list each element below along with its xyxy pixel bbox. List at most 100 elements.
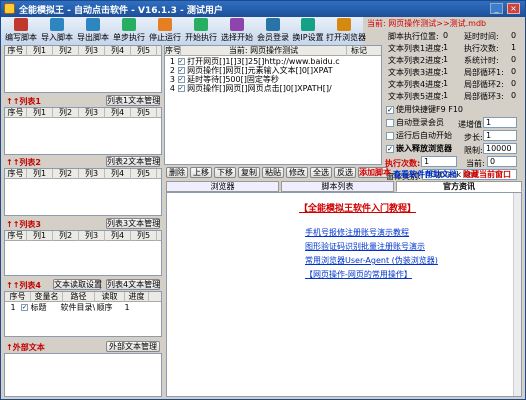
current-input[interactable]: 0: [487, 156, 517, 167]
list3-title: ↑↑列表3: [6, 220, 41, 229]
script-position-label: 脚本执行位置:: [388, 32, 439, 41]
import-script-button[interactable]: 导入脚本: [41, 18, 73, 44]
list3-manage-button[interactable]: 列表3文本管理: [106, 218, 160, 229]
hotkey-checkbox[interactable]: ✓ 使用快捷键F9 F10: [386, 104, 463, 115]
increment-input[interactable]: 1: [483, 117, 517, 128]
delete-button[interactable]: 删除: [166, 167, 188, 178]
step-icon: [122, 18, 136, 31]
list4-title: ↑↑列表4: [6, 281, 41, 290]
step-label: 步长:: [464, 133, 483, 142]
list1-progress-label: 文本列表1进度:: [388, 44, 444, 53]
news-link[interactable]: 【网页操作-网页的常用操作】: [305, 269, 412, 280]
script-row-checkbox[interactable]: ✓: [177, 67, 185, 74]
current-label: 当前:: [466, 159, 485, 168]
news-headline-link[interactable]: 【全能模拟王软件入门教程】: [299, 201, 416, 214]
news-scrollbar[interactable]: [513, 193, 521, 396]
paste-button[interactable]: 粘贴: [262, 167, 284, 178]
open-browser-button[interactable]: 打开浏览器: [326, 18, 366, 44]
script-row[interactable]: 4 ✓ 网页操作[]网页[]网页点击[]0[]XPATH[]/: [165, 84, 332, 93]
select-all-button[interactable]: 全选: [310, 167, 332, 178]
user-icon: [266, 18, 280, 31]
exec-count-label: 执行次数:: [464, 44, 499, 53]
news-link[interactable]: 图形验证码识别批量注册账号演示: [305, 241, 425, 252]
pause-icon: [158, 18, 172, 31]
list2-title: ↑↑列表2: [6, 158, 41, 167]
script-row[interactable]: 1 ✓ 打开网页[]1[]3[]25[]http://www.baidu.c: [165, 57, 340, 66]
toolbar: 编写脚本 导入脚本 导出脚本 单步执行 停止运行 开始执行 选择开始 会员登录 …: [1, 17, 366, 45]
list4-header: 序号 变量名 路径 读取 进度: [5, 292, 161, 302]
delay-time-label: 延时时间:: [464, 32, 499, 41]
exec-times-input[interactable]: 1: [421, 156, 457, 167]
start-run-button[interactable]: 开始执行: [185, 18, 217, 44]
list4-manage-button[interactable]: 列表4文本管理: [106, 279, 160, 290]
tab-browser[interactable]: 浏览器: [166, 181, 279, 192]
script-position-value: 0: [443, 31, 449, 40]
list2-progress-label: 文本列表2进度:: [388, 56, 444, 65]
ip-settings-button[interactable]: 换IP设置: [292, 18, 324, 44]
list4-row[interactable]: 1 ✓ 标题 软件目录\顺序 1: [5, 303, 161, 312]
invert-selection-button[interactable]: 反选: [334, 167, 356, 178]
help-docs-link[interactable]: 查看软件帮助文档: [393, 169, 457, 180]
list3-table[interactable]: 序号 列1 列2 列3 列4 列5: [4, 230, 162, 276]
script-row-checkbox[interactable]: ✓: [177, 85, 185, 92]
list4-progress-value: 1: [443, 79, 449, 88]
autologin-checkbox[interactable]: 自动登录会员: [386, 117, 444, 128]
list0-header: 序号 列1 列2 列3 列4 列5: [5, 46, 161, 56]
write-script-button[interactable]: 编写脚本: [5, 18, 37, 44]
delay-time-value: 0: [511, 31, 517, 40]
embed-browser-checkbox[interactable]: ✓ 嵌入释放浏览器: [386, 143, 452, 154]
list1-header: 序号 列1 列2 列3 列4 列5: [5, 108, 161, 118]
increment-label: 递增值:: [458, 120, 485, 129]
script-row-checkbox[interactable]: ✓: [177, 58, 185, 65]
list1-manage-button[interactable]: 列表1文本管理: [106, 95, 160, 106]
stop-run-button[interactable]: 停止运行: [149, 18, 181, 44]
script-table[interactable]: 序号 当前: 网页操作测试 标记 1 ✓ 打开网页[]1[]3[]25[]http:…: [164, 45, 382, 165]
loop3-label: 局部循环3:: [464, 92, 504, 101]
script-row-checkbox[interactable]: ✓: [177, 76, 185, 83]
list4-read-settings-button[interactable]: 文本读取设置: [53, 279, 102, 290]
list2-table[interactable]: 序号 列1 列2 列3 列4 列5: [4, 168, 162, 216]
limit-input[interactable]: 10000: [483, 143, 517, 154]
script-row[interactable]: 3 ✓ 延时等待[]500[]固定等秒: [165, 75, 279, 84]
list2-manage-button[interactable]: 列表2文本管理: [106, 156, 160, 167]
tab-script-list[interactable]: 脚本列表: [281, 181, 394, 192]
member-login-button[interactable]: 会员登录: [257, 18, 289, 44]
script-row[interactable]: 2 ✓ 网页操作[]网页[]元素输入文本[]0[]XPAT: [165, 66, 333, 75]
select-start-button[interactable]: 选择开始: [221, 18, 253, 44]
system-timer-label: 系统计时:: [464, 56, 499, 65]
list5-progress-value: 1: [443, 91, 449, 100]
hide-window-link[interactable]: 隐藏当前窗口: [463, 169, 511, 180]
news-link[interactable]: 常用浏览器User-Agent (伪装浏览器): [305, 255, 438, 266]
step-input[interactable]: 1: [483, 130, 517, 141]
list4-table[interactable]: 序号 变量名 路径 读取 进度 1 ✓ 标题 软件目录\顺序 1: [4, 291, 162, 337]
move-up-button[interactable]: 上移: [190, 167, 212, 178]
app-icon: [4, 3, 15, 14]
list5-progress-label: 文本列表5进度:: [388, 92, 444, 101]
list0-table[interactable]: 序号 列1 列2 列3 列4 列5: [4, 45, 162, 93]
close-button[interactable]: ×: [507, 3, 520, 14]
import-icon: [50, 18, 64, 31]
modify-button[interactable]: 修改: [286, 167, 308, 178]
step-run-button[interactable]: 单步执行: [113, 18, 145, 44]
play-icon: [194, 18, 208, 31]
network-icon: [301, 18, 315, 31]
list3-progress-value: 1: [443, 67, 449, 76]
autostart-checkbox[interactable]: 运行后自动开始: [386, 130, 452, 141]
tab-official-news[interactable]: 官方资讯: [396, 181, 522, 192]
loop1-label: 局部循环1:: [464, 68, 504, 77]
window-title: 全能模拟王 - 自动点击软件 - V16.1.3 - 测试用户: [19, 6, 223, 16]
export-script-button[interactable]: 导出脚本: [77, 18, 109, 44]
external-text-manage-button[interactable]: 外部文本管理: [106, 341, 160, 352]
minimize-button[interactable]: _: [490, 3, 503, 14]
move-down-button[interactable]: 下移: [214, 167, 236, 178]
list4-progress-label: 文本列表4进度:: [388, 80, 444, 89]
list4-row-checkbox[interactable]: ✓: [21, 304, 28, 311]
news-link[interactable]: 手机号报修注册账号演示教程: [305, 227, 409, 238]
copy-button[interactable]: 复制: [238, 167, 260, 178]
list3-progress-label: 文本列表3进度:: [388, 68, 444, 77]
add-script-button[interactable]: 添加脚本: [358, 167, 391, 178]
external-text-title: ↑外部文本: [6, 343, 45, 352]
external-text-area[interactable]: [4, 353, 162, 397]
list1-title: ↑↑列表1: [6, 97, 41, 106]
list1-table[interactable]: 序号 列1 列2 列3 列4 列5: [4, 107, 162, 155]
